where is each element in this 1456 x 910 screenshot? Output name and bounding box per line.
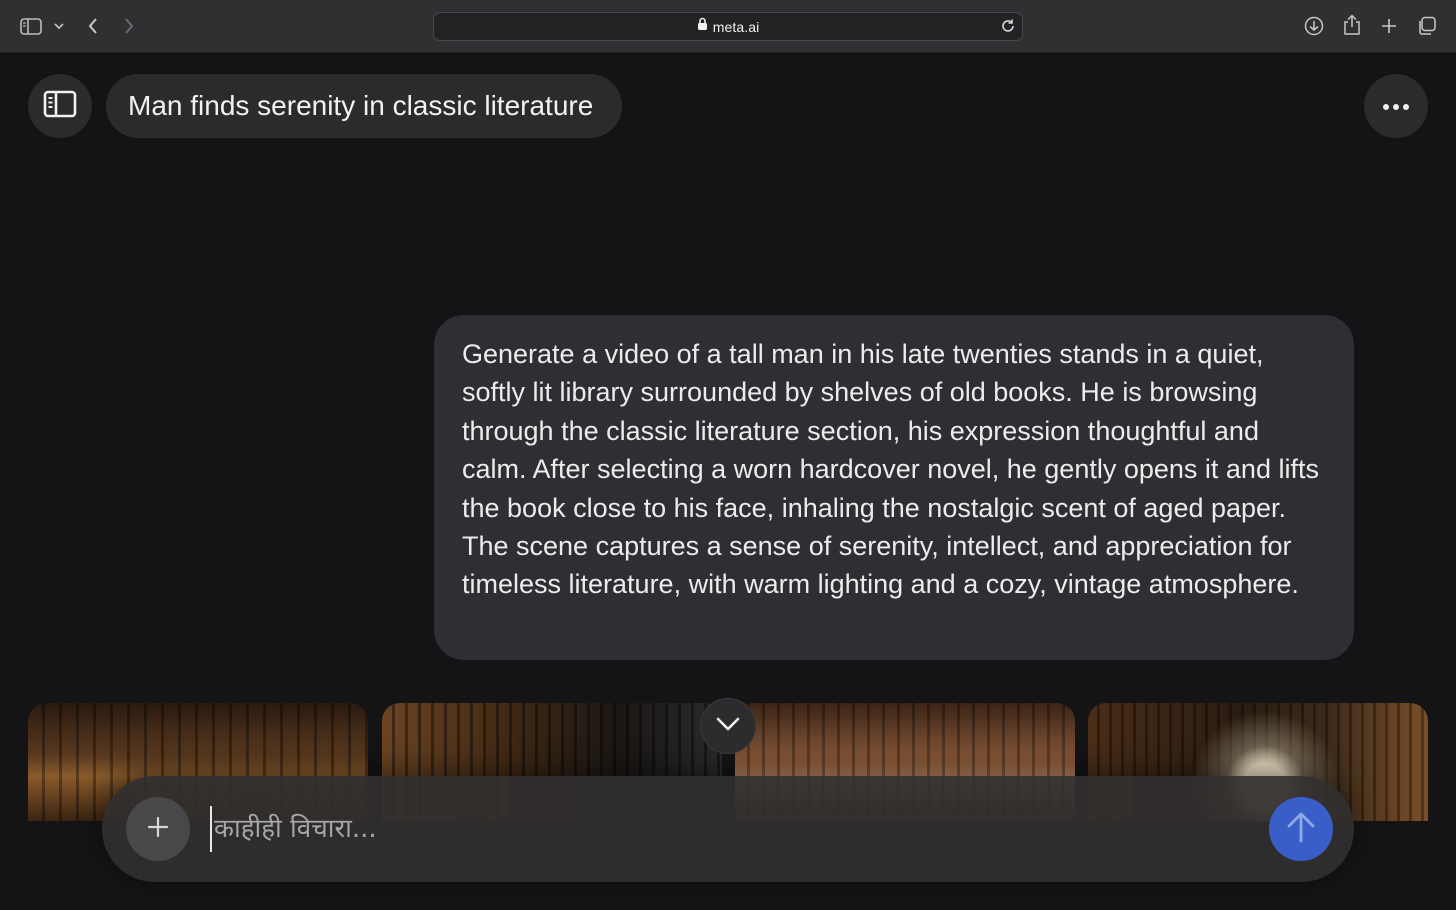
- share-icon[interactable]: [1341, 13, 1363, 37]
- url-text: meta.ai: [712, 18, 760, 35]
- more-options-button[interactable]: [1364, 74, 1428, 138]
- chevron-down-icon[interactable]: [52, 18, 66, 34]
- arrow-up-icon: [1286, 811, 1316, 848]
- user-message-bubble: Generate a video of a tall man in his la…: [434, 315, 1354, 660]
- conversation-title[interactable]: Man finds serenity in classic literature: [106, 74, 622, 138]
- sidebar-icon[interactable]: [18, 16, 44, 36]
- forward-icon[interactable]: [118, 14, 140, 38]
- tabs-overview-icon[interactable]: [1416, 15, 1438, 37]
- address-bar[interactable]: meta.ai: [433, 12, 1023, 41]
- sidebar-panel-icon: [43, 90, 77, 123]
- new-tab-icon[interactable]: [1378, 15, 1400, 37]
- message-composer: [102, 776, 1354, 882]
- send-button[interactable]: [1269, 797, 1333, 861]
- plus-icon: [147, 816, 169, 843]
- back-icon[interactable]: [82, 14, 104, 38]
- add-attachment-button[interactable]: [126, 797, 190, 861]
- prompt-input[interactable]: [210, 806, 1250, 852]
- scroll-down-button[interactable]: [700, 698, 756, 754]
- browser-toolbar: meta.ai: [0, 0, 1456, 53]
- sidebar-toggle-button[interactable]: [28, 74, 92, 138]
- more-icon: [1383, 97, 1409, 115]
- lock-icon: [697, 17, 708, 36]
- chevron-down-icon: [716, 717, 740, 736]
- reload-icon[interactable]: [1000, 18, 1016, 39]
- download-icon[interactable]: [1303, 15, 1325, 37]
